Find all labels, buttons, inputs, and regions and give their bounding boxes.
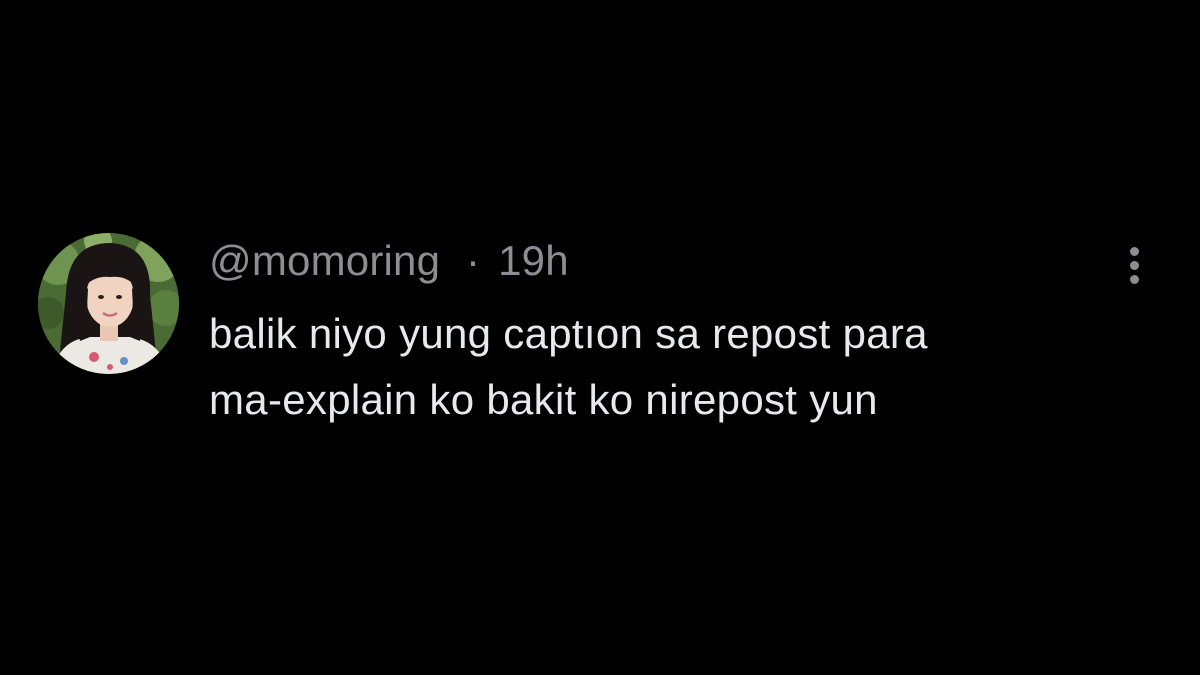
post-meta: @momoring · 19h bbox=[209, 233, 1089, 289]
more-vertical-icon[interactable] bbox=[1118, 243, 1150, 289]
post-text-line: balik niyo yung captıon sa repost para bbox=[209, 310, 928, 357]
avatar[interactable] bbox=[38, 233, 179, 374]
post[interactable]: @momoring · 19h balik niyo yung captıon … bbox=[38, 233, 1162, 433]
post-content: @momoring · 19h balik niyo yung captıon … bbox=[209, 233, 1089, 433]
username-handle[interactable]: @momoring bbox=[209, 237, 440, 284]
more-dot bbox=[1129, 275, 1139, 284]
post-text-line: ma-explain ko bakit ko nirepost yun bbox=[209, 376, 878, 423]
more-dot bbox=[1129, 247, 1139, 256]
screen: @momoring · 19h balik niyo yung captıon … bbox=[0, 0, 1200, 675]
post-text: balik niyo yung captıon sa repost para m… bbox=[209, 301, 1089, 433]
post-timestamp[interactable]: 19h bbox=[498, 237, 569, 284]
meta-separator: · bbox=[466, 237, 481, 284]
avatar-photo bbox=[38, 233, 179, 374]
more-dot bbox=[1129, 261, 1139, 270]
